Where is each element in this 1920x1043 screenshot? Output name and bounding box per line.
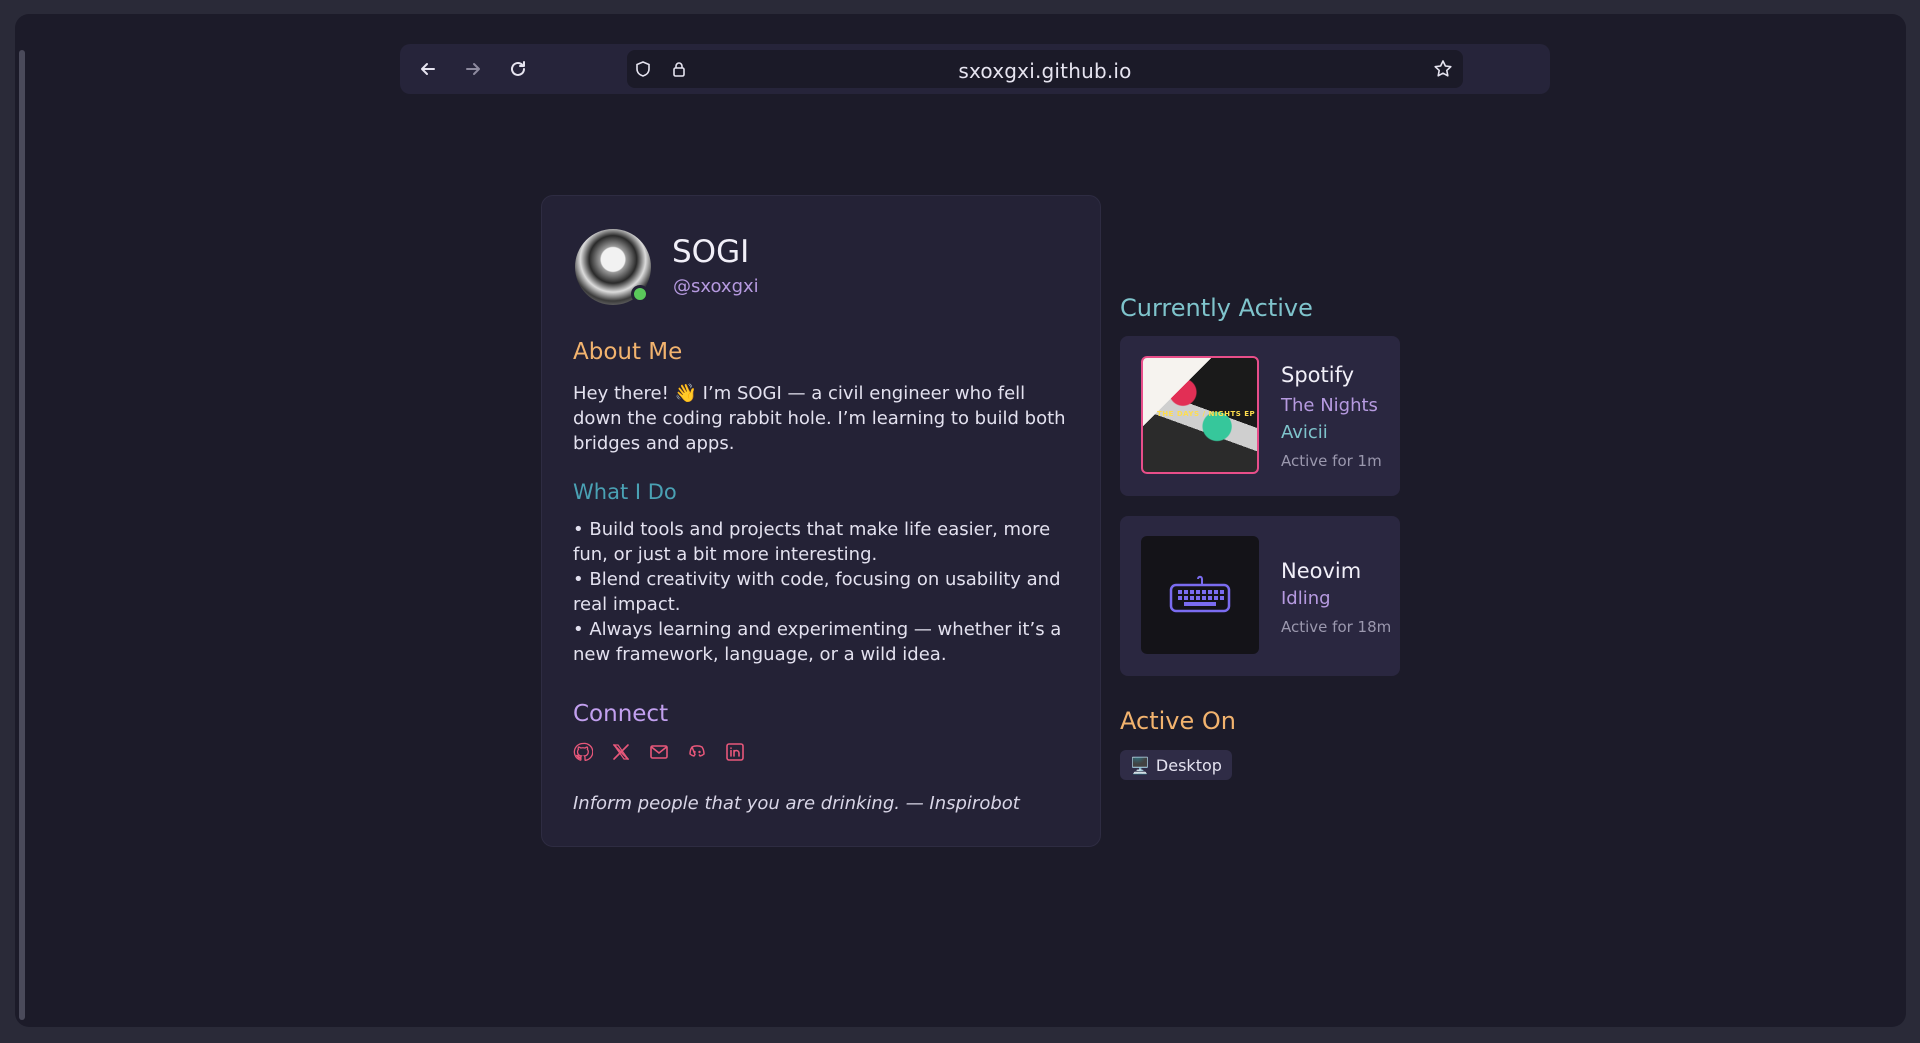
forward-button[interactable] [458,54,488,84]
discord-icon[interactable] [687,742,707,762]
about-text: Hey there! 👋 I’m SOGI — a civil engineer… [573,383,1066,454]
github-icon[interactable] [573,742,593,762]
neovim-art [1141,536,1259,654]
connect-heading: Connect [573,701,669,727]
keyboard-icon [1169,575,1231,613]
browser-toolbar: sxoxgxi.github.io [400,44,1550,94]
profile-handle: @sxoxgxi [673,276,759,297]
what-i-do-heading: What I Do [573,480,677,504]
spotify-app-name: Spotify [1281,363,1355,387]
device-badge: 🖥️ Desktop [1120,750,1232,780]
social-links [573,742,745,762]
album-art: THE DAYS / NIGHTS EP [1141,356,1259,474]
email-icon[interactable] [649,742,669,762]
url-text[interactable]: sxoxgxi.github.io [627,59,1463,83]
quote: Inform people that you are drinking. — I… [573,793,1020,814]
list-item: • Build tools and projects that make lif… [573,519,1051,565]
profile-card: SOGI @sxoxgxi About Me Hey there! 👋 I’m … [541,195,1101,847]
online-status-dot [631,285,649,303]
list-item: • Always learning and experimenting — wh… [573,619,1062,665]
neovim-activity-card[interactable]: Neovim Idling Active for 18m [1120,516,1400,676]
arrow-right-icon [466,63,480,75]
track-name: The Nights [1281,395,1378,416]
x-icon[interactable] [611,742,631,762]
device-label: Desktop [1155,755,1222,775]
linkedin-icon[interactable] [725,742,745,762]
left-scrollbar[interactable] [19,50,25,1020]
star-icon[interactable] [1433,59,1453,79]
neovim-state: Idling [1281,588,1331,609]
about-heading: About Me [573,339,683,365]
profile-name: SOGI [672,234,750,270]
neovim-active-time: Active for 18m [1281,618,1392,636]
list-item: • Blend creativity with code, focusing o… [573,569,1061,615]
browser-window: sxoxgxi.github.io SOGI @sxoxgxi About Me… [15,14,1906,1027]
what-i-do-list: • Build tools and projects that make lif… [573,517,1078,667]
neovim-app-name: Neovim [1281,559,1362,583]
reload-icon [511,61,525,76]
address-bar[interactable]: sxoxgxi.github.io [627,50,1463,88]
currently-active-heading: Currently Active [1120,294,1313,322]
reload-button[interactable] [503,54,533,84]
album-art-label: THE DAYS / NIGHTS EP [1157,410,1256,418]
artist-name: Avicii [1281,422,1328,443]
arrow-left-icon [421,63,435,75]
active-on-heading: Active On [1120,707,1236,735]
spotify-active-time: Active for 1m [1281,452,1382,470]
spotify-activity-card[interactable]: THE DAYS / NIGHTS EP Spotify The Nights … [1120,336,1400,496]
back-button[interactable] [413,54,443,84]
desktop-icon: 🖥️ [1130,755,1150,775]
